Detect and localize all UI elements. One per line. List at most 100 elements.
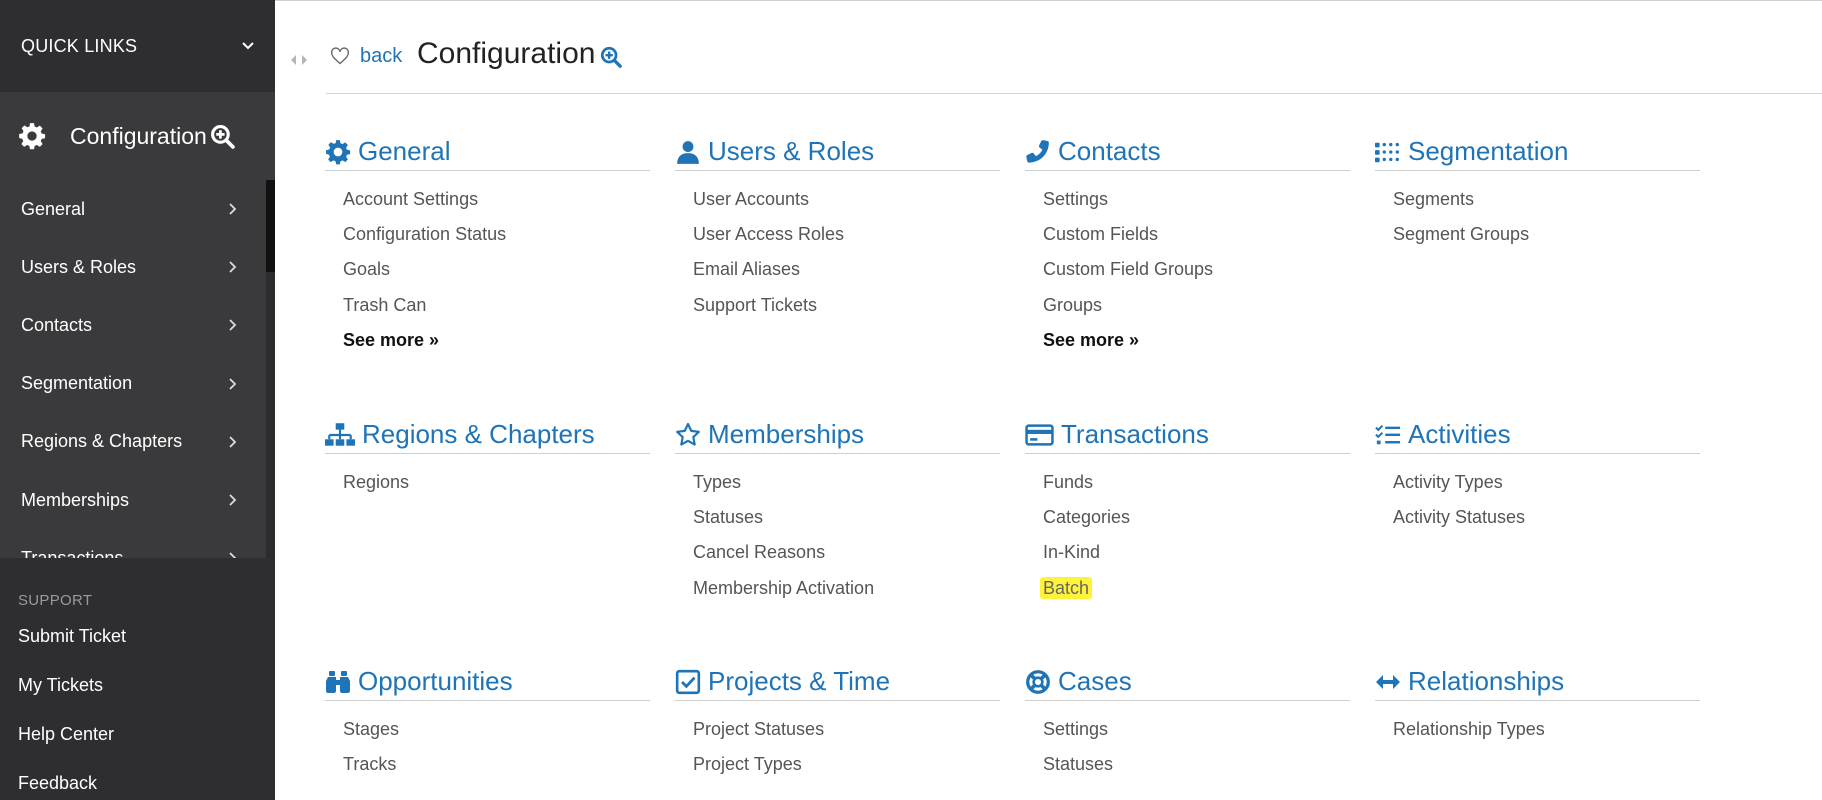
link-custom-field-groups[interactable]: Custom Field Groups bbox=[1043, 257, 1350, 292]
section-links: Activity Types Activity Statuses bbox=[1375, 454, 1700, 540]
quick-links-toggle[interactable]: QUICK LINKS bbox=[0, 0, 275, 92]
heart-icon[interactable] bbox=[330, 46, 350, 66]
link-types[interactable]: Types bbox=[693, 470, 1000, 505]
link-statuses[interactable]: Statuses bbox=[1043, 752, 1350, 787]
link-batch[interactable]: Batch bbox=[1040, 576, 1350, 611]
sidebar-item-transactions[interactable]: Transactions bbox=[0, 529, 275, 558]
chevron-right-icon bbox=[229, 494, 237, 506]
gear-icon bbox=[326, 139, 351, 164]
sidebar-item-segmentation[interactable]: Segmentation bbox=[0, 355, 275, 413]
link-activity-types[interactable]: Activity Types bbox=[1393, 470, 1700, 505]
sidebar: QUICK LINKS Configuration General Users … bbox=[0, 0, 275, 800]
link-project-statuses[interactable]: Project Statuses bbox=[693, 717, 1000, 752]
link-configuration-status[interactable]: Configuration Status bbox=[343, 222, 650, 257]
link-groups[interactable]: Groups bbox=[1043, 293, 1350, 328]
section-header[interactable]: Relationships bbox=[1375, 663, 1700, 701]
section-title: Opportunities bbox=[358, 666, 513, 696]
link-categories[interactable]: Categories bbox=[1043, 505, 1350, 540]
credit-card-icon bbox=[1025, 423, 1054, 446]
support-heading: SUPPORT bbox=[18, 592, 93, 609]
link-goals[interactable]: Goals bbox=[343, 257, 650, 292]
see-more-link[interactable]: See more » bbox=[1043, 328, 1350, 363]
header-divider bbox=[326, 93, 1822, 94]
section-header[interactable]: Projects & Time bbox=[675, 663, 1000, 701]
back-link[interactable]: back bbox=[360, 45, 402, 68]
link-project-types[interactable]: Project Types bbox=[693, 752, 1000, 787]
section-header[interactable]: Activities bbox=[1375, 416, 1700, 454]
section-header[interactable]: Regions & Chapters bbox=[325, 416, 650, 454]
link-trash-can[interactable]: Trash Can bbox=[343, 293, 650, 328]
section-header[interactable]: Contacts bbox=[1025, 133, 1350, 171]
link-account-settings[interactable]: Account Settings bbox=[343, 187, 650, 222]
sidebar-scrollbar-thumb[interactable] bbox=[266, 180, 275, 272]
section-memberships: Memberships Types Statuses Cancel Reason… bbox=[675, 416, 1000, 611]
sidebar-item-contacts[interactable]: Contacts bbox=[0, 296, 275, 354]
sidebar-item-general[interactable]: General bbox=[0, 180, 275, 238]
section-header[interactable]: General bbox=[325, 133, 650, 171]
sidebar-item-memberships[interactable]: Memberships bbox=[0, 471, 275, 529]
sidebar-config-header: Configuration bbox=[0, 92, 275, 180]
star-icon bbox=[676, 422, 700, 446]
link-stages[interactable]: Stages bbox=[343, 717, 650, 752]
section-links: Types Statuses Cancel Reasons Membership… bbox=[675, 454, 1000, 611]
section-title: Contacts bbox=[1058, 136, 1161, 166]
section-links: Stages Tracks bbox=[325, 701, 650, 787]
link-email-aliases[interactable]: Email Aliases bbox=[693, 257, 1000, 292]
page-title: Configuration bbox=[417, 37, 596, 70]
collapse-arrows-icon[interactable] bbox=[288, 52, 310, 68]
chevron-right-icon bbox=[229, 319, 237, 332]
section-title: Regions & Chapters bbox=[362, 419, 595, 449]
section-links: User Accounts User Access Roles Email Al… bbox=[675, 171, 1000, 328]
section-links: Regions bbox=[325, 454, 650, 505]
link-activity-statuses[interactable]: Activity Statuses bbox=[1393, 505, 1700, 540]
link-settings[interactable]: Settings bbox=[1043, 717, 1350, 752]
sidebar-scrollbar[interactable] bbox=[266, 180, 275, 558]
zoom-in-icon[interactable] bbox=[600, 46, 622, 68]
sidebar-title: Configuration bbox=[70, 122, 207, 149]
link-custom-fields[interactable]: Custom Fields bbox=[1043, 222, 1350, 257]
section-links: Account Settings Configuration Status Go… bbox=[325, 171, 650, 363]
section-transactions: Transactions Funds Categories In-Kind Ba… bbox=[1025, 416, 1350, 611]
section-header[interactable]: Memberships bbox=[675, 416, 1000, 454]
section-contacts: Contacts Settings Custom Fields Custom F… bbox=[1025, 133, 1350, 363]
link-membership-activation[interactable]: Membership Activation bbox=[693, 576, 1000, 611]
section-title: Relationships bbox=[1408, 666, 1565, 696]
link-segments[interactable]: Segments bbox=[1393, 187, 1700, 222]
link-funds[interactable]: Funds bbox=[1043, 470, 1350, 505]
quick-links-label: QUICK LINKS bbox=[21, 35, 138, 56]
sitemap-icon bbox=[325, 422, 355, 446]
section-links: Settings Custom Fields Custom Field Grou… bbox=[1025, 171, 1350, 363]
section-header[interactable]: Cases bbox=[1025, 663, 1350, 701]
submit-ticket-link[interactable]: Submit Ticket bbox=[0, 625, 275, 674]
zoom-in-icon[interactable] bbox=[210, 124, 235, 149]
arrows-h-icon bbox=[1376, 674, 1400, 689]
feedback-link[interactable]: Feedback bbox=[0, 772, 275, 800]
link-in-kind[interactable]: In-Kind bbox=[1043, 540, 1350, 575]
chevron-right-icon bbox=[229, 203, 237, 215]
section-users-roles: Users & Roles User Accounts User Access … bbox=[675, 133, 1000, 328]
section-opportunities: Opportunities Stages Tracks bbox=[325, 663, 650, 787]
link-segment-groups[interactable]: Segment Groups bbox=[1393, 222, 1700, 257]
link-regions[interactable]: Regions bbox=[343, 470, 650, 505]
sidebar-item-regions-chapters[interactable]: Regions & Chapters bbox=[0, 413, 275, 471]
gear-icon bbox=[19, 123, 46, 150]
link-support-tickets[interactable]: Support Tickets bbox=[693, 293, 1000, 328]
life-ring-icon bbox=[1026, 669, 1050, 694]
help-center-link[interactable]: Help Center bbox=[0, 723, 275, 772]
sidebar-item-users-roles[interactable]: Users & Roles bbox=[0, 238, 275, 296]
link-cancel-reasons[interactable]: Cancel Reasons bbox=[693, 540, 1000, 575]
binoculars-icon bbox=[326, 670, 350, 693]
sidebar-item-label: Contacts bbox=[21, 314, 93, 335]
section-header[interactable]: Transactions bbox=[1025, 416, 1350, 454]
link-user-access-roles[interactable]: User Access Roles bbox=[693, 222, 1000, 257]
link-relationship-types[interactable]: Relationship Types bbox=[1393, 717, 1700, 752]
section-header[interactable]: Opportunities bbox=[325, 663, 650, 701]
my-tickets-link[interactable]: My Tickets bbox=[0, 674, 275, 723]
see-more-link[interactable]: See more » bbox=[343, 328, 650, 363]
section-header[interactable]: Users & Roles bbox=[675, 133, 1000, 171]
link-tracks[interactable]: Tracks bbox=[343, 752, 650, 787]
section-header[interactable]: Segmentation bbox=[1375, 133, 1700, 171]
link-user-accounts[interactable]: User Accounts bbox=[693, 187, 1000, 222]
link-settings[interactable]: Settings bbox=[1043, 187, 1350, 222]
link-statuses[interactable]: Statuses bbox=[693, 505, 1000, 540]
